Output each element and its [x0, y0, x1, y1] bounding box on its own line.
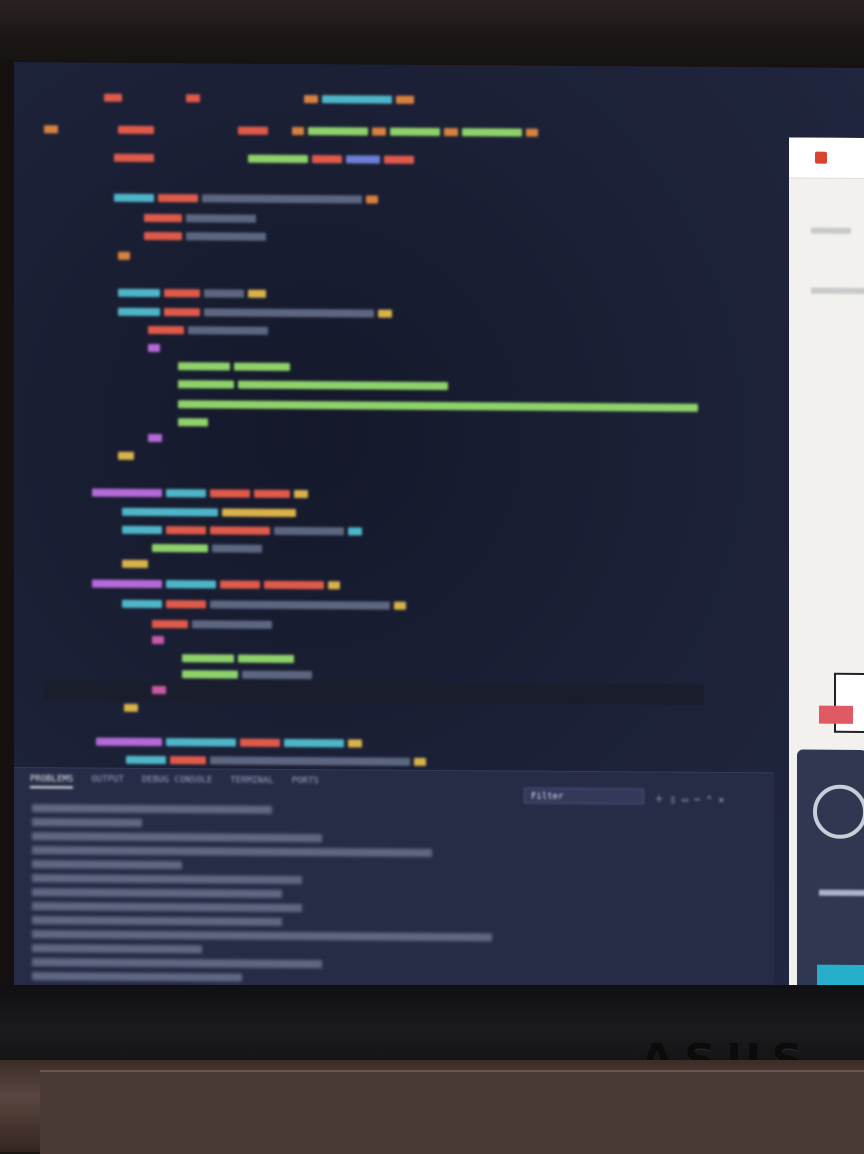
terminal-output-line [32, 972, 242, 982]
terminal-output-line [32, 846, 432, 857]
terminal-output-line [32, 832, 322, 843]
popup-card[interactable] [834, 672, 864, 734]
code-line[interactable] [182, 653, 298, 666]
line-gutter [14, 62, 54, 772]
terminal-output-line [32, 888, 282, 898]
code-line[interactable] [148, 325, 272, 338]
code-line[interactable] [152, 543, 266, 556]
close-icon[interactable]: ✕ [718, 795, 724, 806]
terminal-output-line [32, 958, 322, 969]
split-icon[interactable]: ▯ [670, 795, 676, 806]
chevron-up-icon[interactable]: ⌃ [706, 795, 712, 806]
code-line[interactable] [96, 737, 366, 751]
tab-ports[interactable]: PORTS [292, 776, 319, 790]
reel-icon [813, 784, 864, 839]
code-line[interactable] [122, 507, 300, 520]
browser-window [789, 137, 864, 998]
code-line[interactable] [118, 451, 138, 463]
terminal-output-line [32, 818, 142, 827]
code-line[interactable] [124, 703, 142, 715]
terminal-output-line [32, 874, 302, 885]
terminal-output-line [32, 902, 302, 913]
code-line[interactable] [92, 488, 312, 502]
terminal-output-line [32, 944, 202, 954]
terminal-output-line [32, 916, 282, 926]
dialog-text [819, 889, 864, 896]
code-line[interactable] [152, 685, 170, 697]
code-line[interactable] [148, 343, 164, 355]
code-line[interactable] [152, 635, 168, 647]
code-editor[interactable] [14, 62, 774, 777]
bottom-panel: PROBLEMS OUTPUT DEBUG CONSOLE TERMINAL P… [14, 767, 774, 998]
terminal-output-line [32, 860, 182, 870]
panel-tabs: PROBLEMS OUTPUT DEBUG CONSOLE TERMINAL P… [30, 774, 319, 790]
text-line [811, 287, 864, 295]
tab-debug-console[interactable]: DEBUG CONSOLE [142, 775, 212, 789]
code-line[interactable] [178, 417, 212, 429]
code-line[interactable] [126, 755, 430, 769]
screen: PROBLEMS OUTPUT DEBUG CONSOLE TERMINAL P… [14, 62, 864, 998]
tab-problems[interactable]: PROBLEMS [30, 774, 74, 789]
code-line[interactable] [44, 124, 542, 139]
popup-badge[interactable] [819, 705, 853, 724]
code-line[interactable] [92, 579, 344, 593]
tab-output[interactable]: OUTPUT [91, 775, 124, 789]
desk-edge [40, 1070, 864, 1154]
code-line[interactable] [122, 559, 152, 571]
terminal-output-line [32, 930, 492, 942]
code-line[interactable] [104, 93, 418, 107]
code-line[interactable] [118, 288, 270, 301]
code-line[interactable] [152, 619, 276, 632]
plus-icon[interactable]: ＋ [654, 795, 664, 806]
current-line-highlight [44, 680, 704, 705]
code-line[interactable] [118, 307, 396, 321]
code-line[interactable] [118, 251, 134, 263]
code-line[interactable] [178, 361, 294, 374]
monitor-bezel-top [0, 0, 864, 70]
text-line [811, 227, 851, 234]
code-line[interactable] [144, 231, 270, 244]
code-line[interactable] [122, 599, 410, 613]
browser-header [789, 137, 864, 180]
filter-input[interactable]: Filter [524, 787, 644, 805]
trash-icon[interactable]: ▭ [682, 795, 688, 806]
code-line[interactable] [178, 399, 702, 415]
code-line[interactable] [148, 433, 166, 445]
code-line[interactable] [144, 213, 260, 226]
terminal-output-line [32, 804, 272, 814]
code-line[interactable] [178, 379, 452, 393]
code-line[interactable] [182, 669, 316, 682]
code-line[interactable] [114, 193, 382, 207]
monitor-bezel-left [0, 60, 14, 1020]
tab-terminal[interactable]: TERMINAL [230, 776, 273, 790]
code-line[interactable] [114, 153, 418, 167]
panel-controls: ＋ ▯ ▭ ⋯ ⌃ ✕ [654, 791, 724, 806]
ellipsis-icon[interactable]: ⋯ [694, 795, 700, 806]
code-line[interactable] [122, 525, 366, 539]
site-logo [815, 151, 827, 164]
modal-dialog [797, 749, 864, 998]
